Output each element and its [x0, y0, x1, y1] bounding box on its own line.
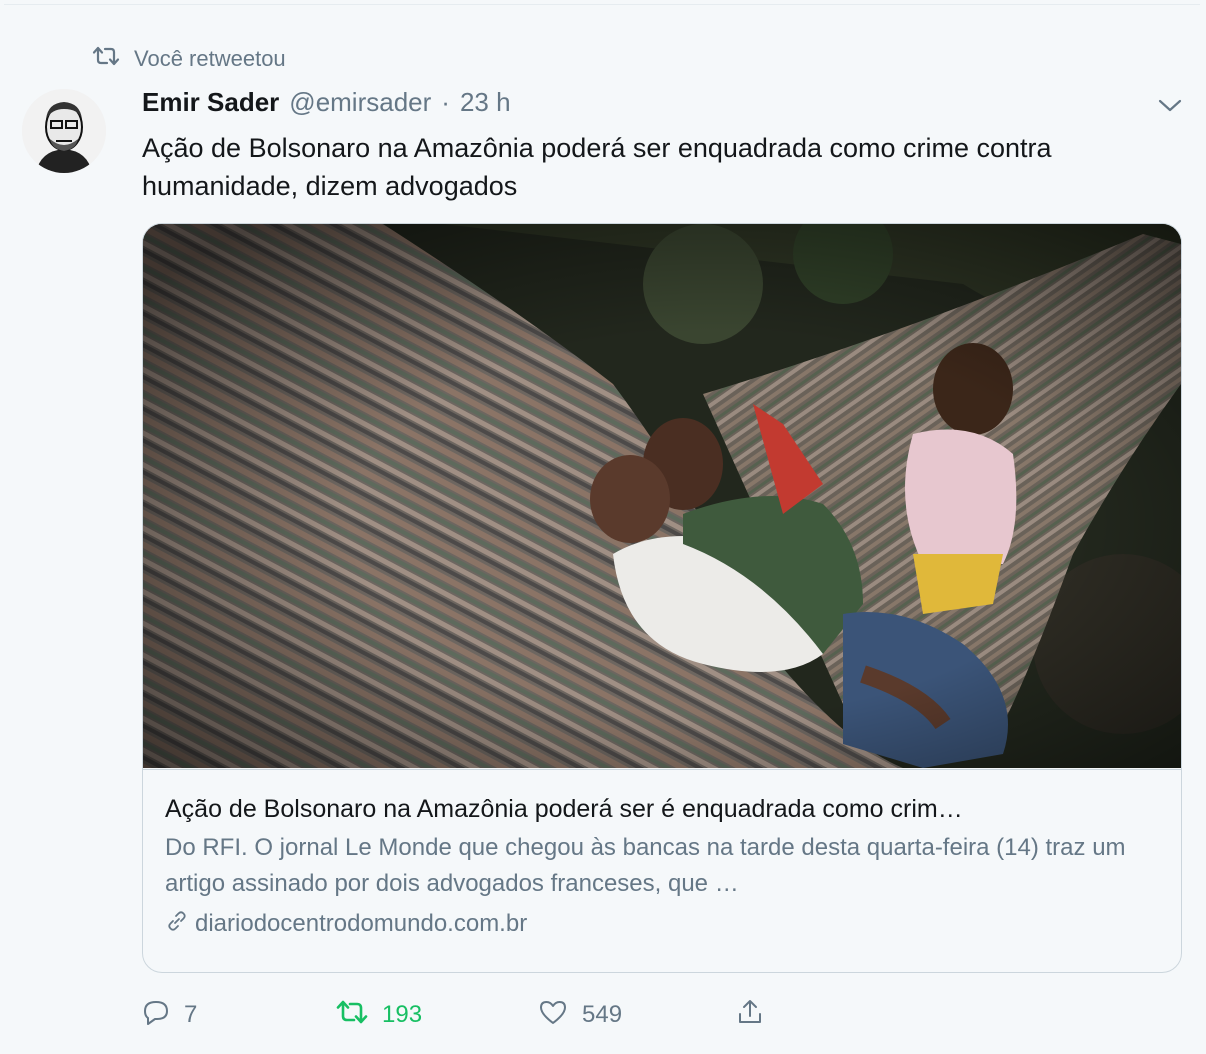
- reply-icon: [142, 998, 170, 1033]
- tweet-actions: 7 193 549: [142, 995, 842, 1035]
- retweet-button[interactable]: 193: [336, 995, 422, 1035]
- card-image[interactable]: [143, 224, 1181, 768]
- author-name[interactable]: Emir Sader: [142, 87, 279, 118]
- share-button[interactable]: [736, 995, 764, 1035]
- retweet-icon: [92, 45, 120, 73]
- tweet-text: Ação de Bolsonaro na Amazônia poderá ser…: [142, 133, 1052, 201]
- retweet-count: 193: [382, 1001, 423, 1028]
- tweet[interactable]: Você retweetou Emir Sader @emirsader · 2…: [4, 4, 1200, 1049]
- share-icon: [736, 998, 764, 1033]
- like-count: 549: [582, 1001, 623, 1028]
- tweet-header: Emir Sader @emirsader · 23 h: [142, 87, 1170, 123]
- retweet-icon: [336, 999, 368, 1032]
- card-domain-label: diariodocentrodomundo.com.br: [195, 910, 528, 937]
- reply-count: 7: [184, 1001, 198, 1028]
- retweet-context-label: Você retweetou: [134, 46, 286, 71]
- chevron-down-icon: [1158, 99, 1182, 118]
- card-domain: diariodocentrodomundo.com.br: [165, 906, 527, 942]
- avatar[interactable]: [22, 89, 106, 173]
- link-icon: [165, 909, 189, 940]
- like-button[interactable]: 549: [538, 995, 622, 1035]
- reply-button[interactable]: 7: [142, 995, 197, 1035]
- author-handle[interactable]: @emirsader: [289, 87, 431, 118]
- tweet-timestamp[interactable]: 23 h: [460, 87, 511, 118]
- header-separator: ·: [441, 87, 450, 117]
- card-title: Ação de Bolsonaro na Amazônia poderá ser…: [165, 795, 963, 823]
- more-options-button[interactable]: [1152, 93, 1188, 123]
- heart-icon: [538, 998, 568, 1033]
- card-body[interactable]: Ação de Bolsonaro na Amazônia poderá ser…: [143, 769, 1181, 972]
- retweet-context: Você retweetou: [92, 43, 286, 75]
- link-card[interactable]: Ação de Bolsonaro na Amazônia poderá ser…: [142, 223, 1182, 973]
- card-description: Do RFI. O jornal Le Monde que chegou às …: [165, 834, 1126, 897]
